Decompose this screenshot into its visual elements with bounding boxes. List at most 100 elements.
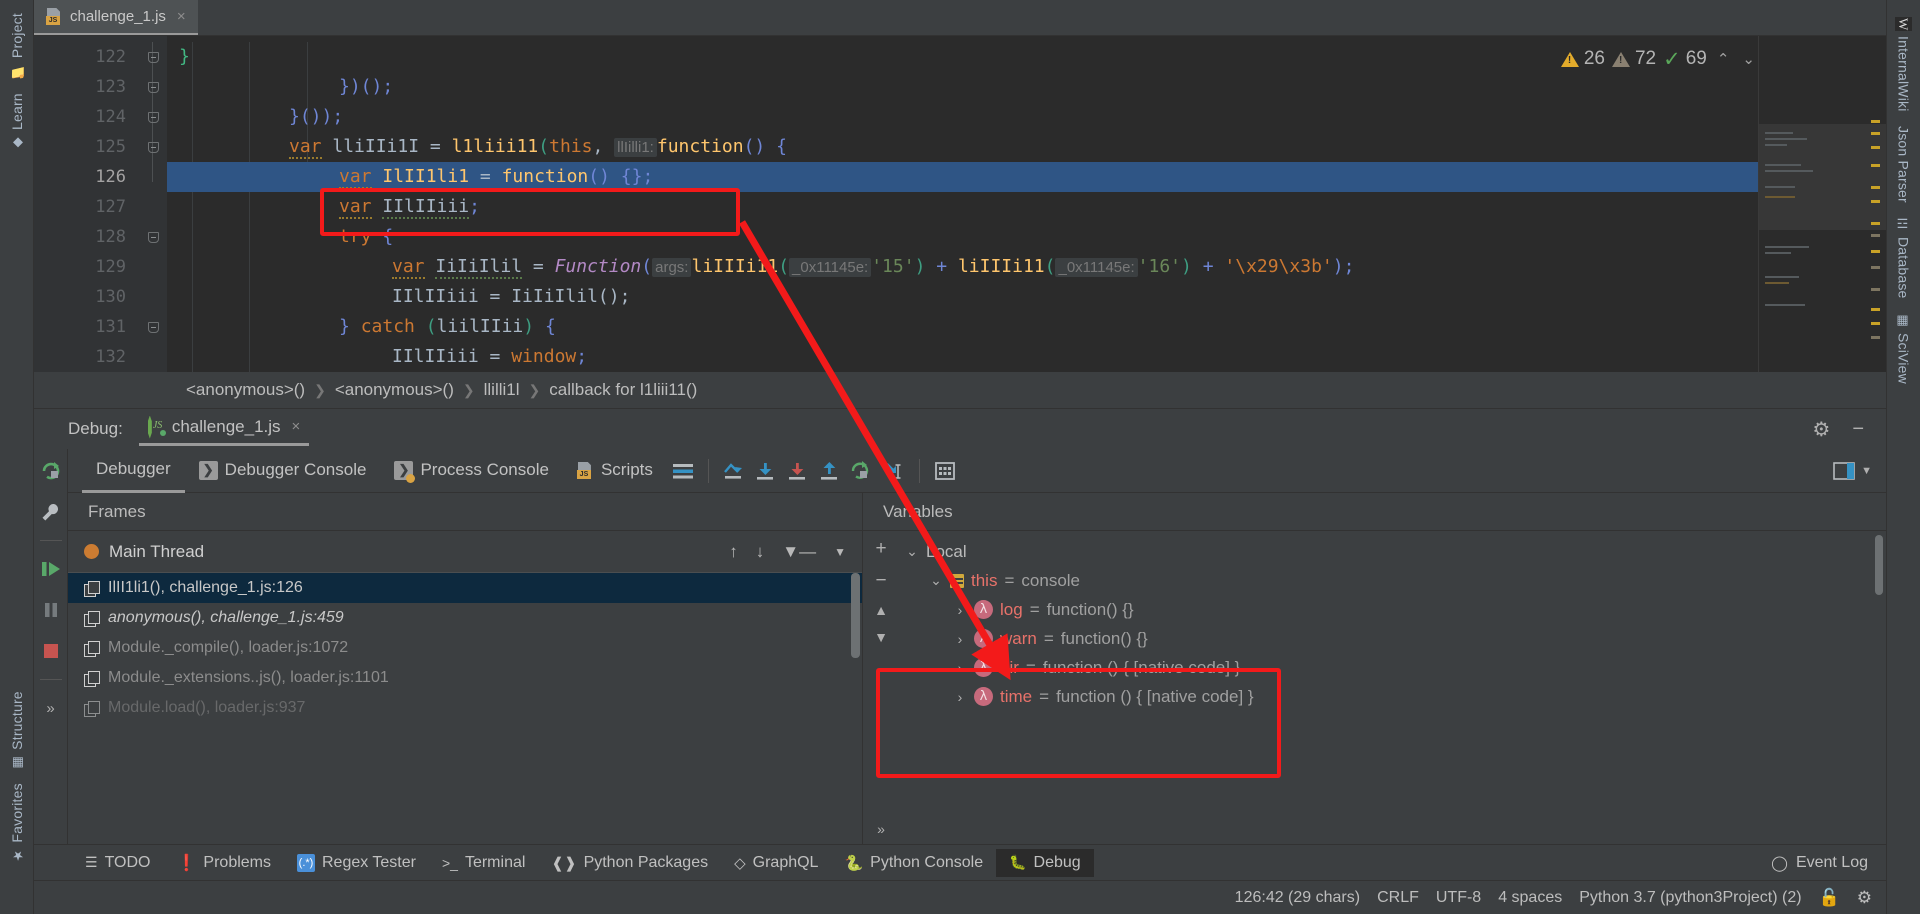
sidebar-item-sciview[interactable]: ▦ SciView xyxy=(1896,306,1912,391)
drop-frame-icon[interactable] xyxy=(878,455,910,487)
sidebar-item-project[interactable]: 📁 Project xyxy=(9,6,25,86)
variables-tree[interactable]: ⌄ Local ⌄ this = console › λ log = funct… xyxy=(899,531,1886,844)
inspection-ok-count[interactable]: ✓ 69 xyxy=(1663,48,1707,70)
fold-marker[interactable] xyxy=(139,312,167,342)
variable-node-time[interactable]: › λ time = function () { [native code] } xyxy=(899,682,1886,711)
frame-item[interactable]: IlII1li1(), challenge_1.js:126 xyxy=(68,573,862,603)
event-log-label[interactable]: Event Log xyxy=(1796,854,1868,872)
tool-problems[interactable]: ❗ Problems xyxy=(164,848,285,878)
run-to-cursor-icon[interactable] xyxy=(846,455,878,487)
frame-item[interactable]: Module.load(), loader.js:937 xyxy=(68,693,862,723)
sidebar-item-internalwiki[interactable]: W InternalWiki xyxy=(1895,10,1912,119)
variable-node-this[interactable]: ⌄ this = console xyxy=(899,566,1886,595)
tab-process-console[interactable]: ❯ Process Console xyxy=(380,450,563,491)
variable-node-local[interactable]: ⌄ Local xyxy=(899,537,1886,566)
tab-debugger-console[interactable]: ❯ Debugger Console xyxy=(185,450,381,491)
gear-icon[interactable]: ⚙ xyxy=(1812,417,1830,442)
variable-node-dir[interactable]: › λ dir = function () { [native code] } xyxy=(899,653,1886,682)
frame-item[interactable]: Module._compile(), loader.js:1072 xyxy=(68,633,862,663)
stop-icon[interactable] xyxy=(38,638,64,664)
breadcrumb-item[interactable]: <anonymous>() xyxy=(186,380,305,400)
resume-icon[interactable] xyxy=(38,556,64,582)
chevron-right-icon[interactable]: › xyxy=(953,602,967,618)
layout-icon[interactable] xyxy=(667,455,699,487)
force-step-into-icon[interactable] xyxy=(782,455,814,487)
next-problem-icon[interactable]: ⌄ xyxy=(1739,50,1758,68)
sidebar-item-database[interactable]: ☲ Database xyxy=(1896,210,1912,306)
step-out-icon[interactable] xyxy=(814,455,846,487)
lock-icon[interactable]: 🔓 xyxy=(1819,888,1840,908)
more-icon[interactable]: » xyxy=(38,695,64,721)
variable-node-log[interactable]: › λ log = function() {} xyxy=(899,595,1886,624)
filter-icon[interactable]: ▼— xyxy=(782,542,816,562)
frames-scrollbar[interactable] xyxy=(851,573,860,658)
breadcrumb-item[interactable]: llilli1l xyxy=(484,380,520,400)
remove-watch-button[interactable]: − xyxy=(875,571,886,590)
variable-node-warn[interactable]: › λ warn = function() {} xyxy=(899,624,1886,653)
fold-marker[interactable] xyxy=(139,222,167,252)
chevron-right-icon[interactable]: › xyxy=(953,689,967,705)
caret-position[interactable]: 126:42 (29 chars) xyxy=(1235,889,1360,907)
down-arrow-icon[interactable]: ↓ xyxy=(756,542,765,562)
editor-minimap-stripe[interactable] xyxy=(1758,36,1886,372)
fold-marker[interactable] xyxy=(139,72,167,102)
step-over-icon[interactable] xyxy=(718,455,750,487)
previous-problem-icon[interactable]: ⌃ xyxy=(1714,50,1733,68)
fold-marker[interactable] xyxy=(139,102,167,132)
add-watch-button[interactable]: + xyxy=(875,539,886,558)
code-line-131: } catch (liilIIii) { xyxy=(339,316,556,337)
tab-debugger[interactable]: Debugger xyxy=(82,449,185,493)
fold-marker[interactable] xyxy=(139,42,167,72)
close-icon[interactable]: × xyxy=(292,418,301,435)
frame-item[interactable]: anonymous(), challenge_1.js:459 xyxy=(68,603,862,633)
tab-scripts[interactable]: JS Scripts xyxy=(563,450,667,491)
tool-debug[interactable]: 🐛 Debug xyxy=(996,848,1094,877)
inspection-icon[interactable]: ⚙ xyxy=(1857,888,1872,908)
tool-todo[interactable]: ☰ TODO xyxy=(72,849,164,877)
code-text-area[interactable]: } })(); }()); var lliIIi1I = l1liii11(th… xyxy=(167,36,1886,372)
sidebar-item-favorites[interactable]: ★ Favorites xyxy=(9,776,25,870)
code-editor[interactable]: 122 123 124 125 126 127 128 129 130 131 … xyxy=(34,36,1886,372)
rerun-icon[interactable] xyxy=(38,458,64,484)
up-arrow-icon[interactable]: ↑ xyxy=(729,542,738,562)
variables-scrollbar[interactable] xyxy=(1875,535,1883,595)
breadcrumb-item[interactable]: callback for l1liii11() xyxy=(549,380,697,400)
chevron-down-icon[interactable]: ⌄ xyxy=(929,572,943,589)
chevron-right-icon[interactable]: › xyxy=(953,631,967,647)
tool-terminal[interactable]: >_ Terminal xyxy=(429,849,538,877)
warning-count[interactable]: 26 xyxy=(1560,48,1605,70)
tool-python-console[interactable]: 🐍 Python Console xyxy=(831,849,996,877)
step-into-icon[interactable] xyxy=(750,455,782,487)
more-icon[interactable]: » xyxy=(877,822,885,836)
frame-item[interactable]: Module._extensions..js(), loader.js:1101 xyxy=(68,663,862,693)
settings-wrench-icon[interactable] xyxy=(38,499,64,525)
sidebar-item-learn[interactable]: ◆ Learn xyxy=(9,86,25,157)
fold-marker[interactable] xyxy=(139,132,167,162)
code-folding-gutter[interactable] xyxy=(139,36,167,372)
frames-list[interactable]: IlII1li1(), challenge_1.js:126 anonymous… xyxy=(68,573,862,844)
sidebar-item-json-parser[interactable]: Json Parser xyxy=(1896,119,1912,210)
debug-session-tab[interactable]: JS challenge_1.js × xyxy=(138,413,310,446)
chevron-right-icon[interactable]: › xyxy=(953,660,967,676)
python-interpreter[interactable]: Python 3.7 (python3Project) (2) xyxy=(1579,889,1801,907)
weak-warning-count[interactable]: 72 xyxy=(1611,48,1656,70)
editor-tab-challenge-1-js[interactable]: JS challenge_1.js × xyxy=(34,0,198,35)
tool-graphql[interactable]: ◇ GraphQL xyxy=(721,849,831,877)
move-up-button[interactable]: ▲ xyxy=(874,603,888,617)
minimize-icon[interactable]: − xyxy=(1852,418,1864,441)
chevron-down-icon[interactable]: ⌄ xyxy=(905,543,919,560)
thread-selector[interactable]: Main Thread ↑ ↓ ▼— ▼ xyxy=(68,531,862,573)
file-encoding[interactable]: UTF-8 xyxy=(1436,889,1481,907)
evaluate-expression-icon[interactable] xyxy=(929,455,961,487)
close-icon[interactable]: × xyxy=(177,8,186,25)
move-down-button[interactable]: ▼ xyxy=(874,630,888,644)
tool-python-packages[interactable]: ❰❱ Python Packages xyxy=(538,849,721,877)
line-separator[interactable]: CRLF xyxy=(1377,889,1419,907)
indent-setting[interactable]: 4 spaces xyxy=(1498,889,1562,907)
breadcrumb-item[interactable]: <anonymous>() xyxy=(335,380,454,400)
tool-regex-tester[interactable]: (.*) Regex Tester xyxy=(284,849,429,877)
dropdown-icon[interactable]: ▼ xyxy=(834,545,846,559)
restore-layout-icon[interactable]: ▼ xyxy=(1833,461,1872,480)
sidebar-item-structure[interactable]: ▦ Structure xyxy=(9,684,25,777)
pause-icon[interactable] xyxy=(38,597,64,623)
